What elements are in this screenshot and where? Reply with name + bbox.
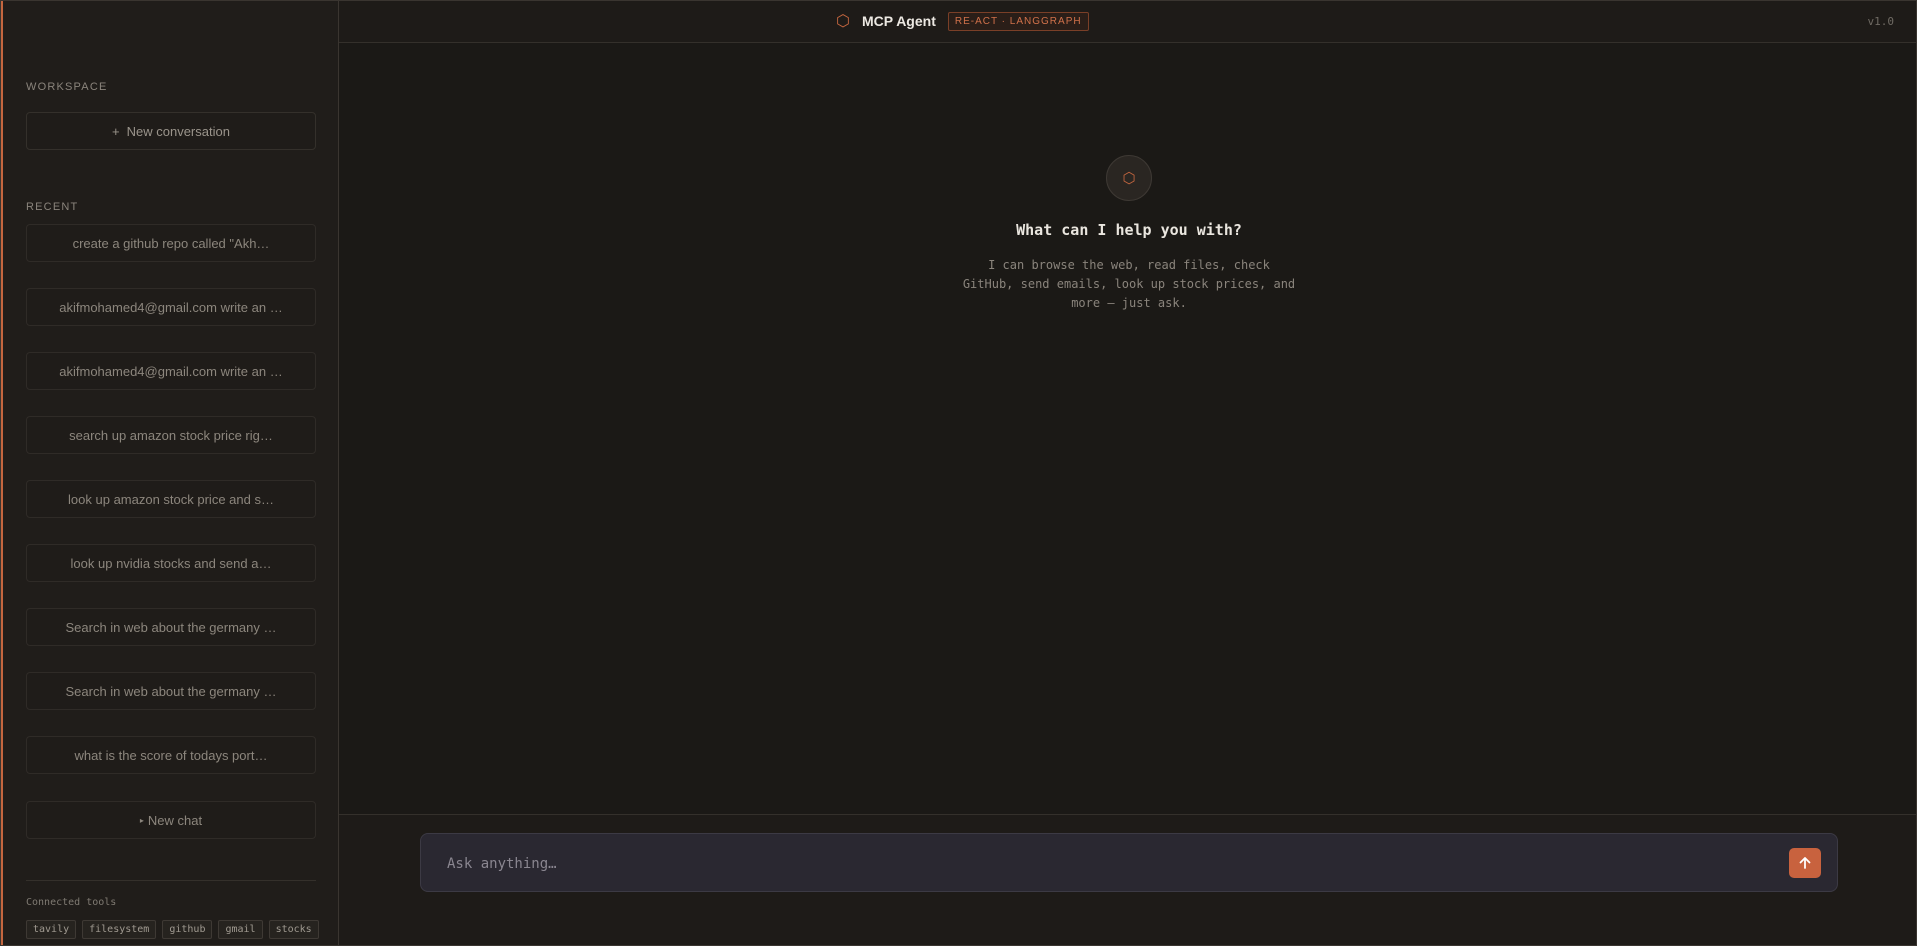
- message-input[interactable]: [445, 834, 1769, 893]
- send-button[interactable]: [1789, 848, 1821, 878]
- recent-conversation-item[interactable]: what is the score of todays port…: [26, 736, 316, 774]
- recent-conversation-item[interactable]: akifmohamed4@gmail.com write an …: [26, 288, 316, 326]
- empty-state-description: I can browse the web, read files, check …: [962, 258, 1296, 310]
- connected-tools-label: Connected tools: [26, 897, 117, 908]
- app-title: MCP Agent: [861, 13, 936, 29]
- version-label: v1.0: [1867, 15, 1895, 28]
- sidebar: WORKSPACE + New conversation RECENT crea…: [3, 1, 339, 945]
- tool-chip-tavily: tavily: [26, 920, 77, 939]
- message-composer: [420, 833, 1838, 893]
- workspace-label: WORKSPACE: [26, 81, 108, 93]
- connected-tools-list: tavily filesystem github gmail stocks: [26, 920, 319, 939]
- new-chat-label: New chat: [147, 812, 203, 828]
- tool-chip-filesystem: filesystem: [82, 920, 157, 939]
- brand: ⬡ MCP Agent RE-ACT · LANGGRAPH: [836, 11, 1089, 31]
- recent-conversation-item[interactable]: create a github repo called "Akh…: [26, 224, 316, 262]
- recent-label: RECENT: [26, 201, 79, 213]
- tool-chip-stocks: stocks: [268, 920, 319, 939]
- recent-conversation-item[interactable]: Search in web about the germany …: [26, 608, 316, 646]
- top-bar: ⬡ MCP Agent RE-ACT · LANGGRAPH v1.0: [339, 1, 1916, 43]
- arrow-up-icon: [1799, 857, 1811, 869]
- plus-icon: +: [112, 123, 120, 139]
- new-conversation-label: New conversation: [126, 123, 230, 139]
- tool-chip-github: github: [162, 920, 213, 939]
- tool-chip-gmail: gmail: [218, 920, 263, 939]
- recent-conversation-item[interactable]: look up nvidia stocks and send a…: [26, 544, 316, 582]
- hexagon-icon: ⬡: [1106, 155, 1152, 201]
- new-chat-button[interactable]: ▸ New chat: [26, 801, 316, 839]
- hexagon-icon: ⬡: [836, 13, 850, 30]
- new-conversation-button[interactable]: + New conversation: [26, 112, 316, 150]
- framework-badge: RE-ACT · LANGGRAPH: [947, 11, 1089, 31]
- recent-conversation-item[interactable]: search up amazon stock price rig…: [26, 416, 316, 454]
- empty-state-title: What can I help you with?: [1016, 221, 1242, 239]
- bullet-icon: ▸: [139, 815, 144, 825]
- recent-conversation-item[interactable]: Search in web about the germany …: [26, 672, 316, 710]
- recent-conversation-item[interactable]: look up amazon stock price and s…: [26, 480, 316, 518]
- sidebar-divider: [26, 880, 316, 881]
- recent-conversation-item[interactable]: akifmohamed4@gmail.com write an …: [26, 352, 316, 390]
- app-window: WORKSPACE + New conversation RECENT crea…: [0, 0, 1917, 946]
